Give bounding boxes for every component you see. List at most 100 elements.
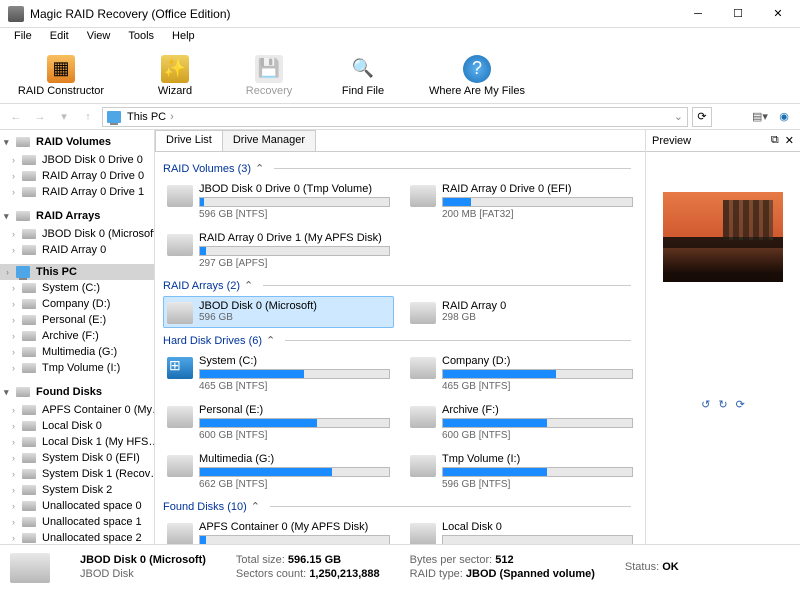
drive-item[interactable]: Personal (E:) 600 GB [NTFS] xyxy=(163,400,394,445)
preview-label: Preview xyxy=(652,135,771,147)
sidebar[interactable]: RAID Volumes JBOD Disk 0 Drive 0RAID Arr… xyxy=(0,130,155,544)
tree-item[interactable]: JBOD Disk 0 Drive 0 xyxy=(0,152,154,168)
rotate-left-icon[interactable]: ↺ xyxy=(701,398,710,411)
tree-group-raid-arrays[interactable]: RAID Arrays xyxy=(0,206,154,226)
tree-item[interactable]: RAID Array 0 xyxy=(0,242,154,258)
tree-item[interactable]: Local Disk 1 (My HFS… xyxy=(0,434,154,450)
tree-item[interactable]: System Disk 1 (Recov… xyxy=(0,466,154,482)
drive-item[interactable]: System (C:)465 GB [NTFS] xyxy=(163,351,394,396)
usage-bar xyxy=(199,535,390,544)
help-button[interactable]: ◉ xyxy=(774,107,794,127)
usage-bar xyxy=(442,535,633,544)
drive-icon xyxy=(167,302,193,324)
drive-item[interactable]: Multimedia (G:)662 GB [NTFS] xyxy=(163,449,394,494)
tree-item[interactable]: JBOD Disk 0 (Microsoft) xyxy=(0,226,154,242)
tree-item[interactable]: Unallocated space 2 xyxy=(0,530,154,544)
main-area: RAID Volumes JBOD Disk 0 Drive 0RAID Arr… xyxy=(0,130,800,544)
menu-edit[interactable]: Edit xyxy=(42,28,77,48)
tree-item[interactable]: APFS Container 0 (My… xyxy=(0,402,154,418)
tree-group-this-pc[interactable]: This PC xyxy=(0,264,154,280)
usage-bar xyxy=(199,369,390,379)
drive-item[interactable]: Company (D:)465 GB [NTFS] xyxy=(406,351,637,396)
popout-icon[interactable]: ⧉ xyxy=(771,134,779,147)
tree-item[interactable]: Unallocated space 1 xyxy=(0,514,154,530)
drive-item[interactable]: Archive (F:)600 GB [NTFS] xyxy=(406,400,637,445)
tree-item[interactable]: Local Disk 0 xyxy=(0,418,154,434)
drive-item[interactable]: JBOD Disk 0 Drive 0 (Tmp Volume)596 GB [… xyxy=(163,179,394,224)
menu-bar: File Edit View Tools Help xyxy=(0,28,800,48)
nav-bar: ← → ▾ ↑ This PC › ⌄ ⟳ ▤▾ ◉ xyxy=(0,104,800,130)
wizard-button[interactable]: ✨ Wizard xyxy=(140,55,210,97)
tree-item[interactable]: RAID Array 0 Drive 0 xyxy=(0,168,154,184)
maximize-button[interactable]: ☐ xyxy=(718,1,758,27)
collapse-icon[interactable]: ⌃ xyxy=(244,279,253,292)
rotate-right-icon[interactable]: ↻ xyxy=(718,398,727,411)
menu-file[interactable]: File xyxy=(6,28,40,48)
tree-group-found-disks[interactable]: Found Disks xyxy=(0,382,154,402)
tree-item[interactable]: Multimedia (G:) xyxy=(0,344,154,360)
drive-item[interactable]: Tmp Volume (I:)596 GB [NTFS] xyxy=(406,449,637,494)
collapse-icon[interactable]: ⌃ xyxy=(266,334,275,347)
drive-size: 600 GB [NTFS] xyxy=(199,430,390,441)
address-bar[interactable]: This PC › ⌄ xyxy=(102,107,688,127)
find-file-button[interactable]: 🔍 Find File xyxy=(328,55,398,97)
drive-name: JBOD Disk 0 Drive 0 (Tmp Volume) xyxy=(199,183,390,195)
status-sectors: 1,250,213,888 xyxy=(309,568,379,580)
drive-icon xyxy=(167,523,193,544)
drive-name: JBOD Disk 0 (Microsoft) xyxy=(199,300,390,312)
drive-item[interactable]: RAID Array 0298 GB xyxy=(406,296,637,328)
preview-header: Preview ⧉ ✕ xyxy=(646,130,800,152)
tree-item[interactable]: Personal (E:) xyxy=(0,312,154,328)
preview-image xyxy=(663,192,783,282)
collapse-icon[interactable]: ⌃ xyxy=(255,162,264,175)
tree-item[interactable]: Company (D:) xyxy=(0,296,154,312)
drive-name: Personal (E:) xyxy=(199,404,390,416)
drive-icon xyxy=(167,357,193,379)
tab-drive-manager[interactable]: Drive Manager xyxy=(222,130,316,151)
tree-item[interactable]: System Disk 0 (EFI) xyxy=(0,450,154,466)
section-hard-disks[interactable]: Hard Disk Drives (6)⌃ xyxy=(163,334,637,347)
drive-item[interactable]: Local Disk 0128 MB xyxy=(406,517,637,544)
minimize-button[interactable]: ─ xyxy=(678,1,718,27)
section-raid-arrays[interactable]: RAID Arrays (2)⌃ xyxy=(163,279,637,292)
menu-view[interactable]: View xyxy=(79,28,119,48)
drive-icon xyxy=(167,185,193,207)
preview-panel: Preview ⧉ ✕ ↺ ↻ ⟳ xyxy=(645,130,800,544)
section-raid-volumes[interactable]: RAID Volumes (3)⌃ xyxy=(163,162,637,175)
collapse-icon[interactable]: ⌃ xyxy=(251,500,260,513)
tree-item[interactable]: Unallocated space 0 xyxy=(0,498,154,514)
drive-size: 200 MB [FAT32] xyxy=(442,209,633,220)
tree-item[interactable]: System (C:) xyxy=(0,280,154,296)
drive-item[interactable]: RAID Array 0 Drive 1 (My APFS Disk)297 G… xyxy=(163,228,394,273)
tree-item[interactable]: Archive (F:) xyxy=(0,328,154,344)
drive-list-scroll[interactable]: RAID Volumes (3)⌃ JBOD Disk 0 Drive 0 (T… xyxy=(155,152,645,544)
section-found-disks[interactable]: Found Disks (10)⌃ xyxy=(163,500,637,513)
where-files-button[interactable]: ? Where Are My Files xyxy=(422,55,532,97)
close-panel-icon[interactable]: ✕ xyxy=(785,134,794,147)
drive-name: Tmp Volume (I:) xyxy=(442,453,633,465)
wizard-icon: ✨ xyxy=(161,55,189,83)
tree-item[interactable]: RAID Array 0 Drive 1 xyxy=(0,184,154,200)
tree-item[interactable]: System Disk 2 xyxy=(0,482,154,498)
usage-bar xyxy=(199,418,390,428)
status-raid-type: JBOD (Spanned volume) xyxy=(466,568,595,580)
tree-item[interactable]: Tmp Volume (I:) xyxy=(0,360,154,376)
drive-icon xyxy=(167,234,193,256)
dropdown-icon[interactable]: ⌄ xyxy=(674,110,683,123)
drive-item[interactable]: RAID Array 0 Drive 0 (EFI)200 MB [FAT32] xyxy=(406,179,637,224)
tab-drive-list[interactable]: Drive List xyxy=(155,130,223,151)
view-options-button[interactable]: ▤▾ xyxy=(750,107,770,127)
menu-tools[interactable]: Tools xyxy=(120,28,162,48)
drive-item[interactable]: APFS Container 0 (My APFS Disk)297 GB [A… xyxy=(163,517,394,544)
drive-size: 465 GB [NTFS] xyxy=(199,381,390,392)
recovery-icon: 💾 xyxy=(255,55,283,83)
refresh-button[interactable]: ⟳ xyxy=(692,107,712,127)
tree-group-raid-volumes[interactable]: RAID Volumes xyxy=(0,132,154,152)
raid-constructor-button[interactable]: ▦ RAID Constructor xyxy=(6,55,116,97)
status-disk-name: JBOD Disk 0 (Microsoft) xyxy=(80,554,206,566)
drive-size: 662 GB [NTFS] xyxy=(199,479,390,490)
drive-item[interactable]: JBOD Disk 0 (Microsoft)596 GB xyxy=(163,296,394,328)
refresh-preview-icon[interactable]: ⟳ xyxy=(736,398,745,411)
close-button[interactable]: ✕ xyxy=(758,1,798,27)
menu-help[interactable]: Help xyxy=(164,28,203,48)
